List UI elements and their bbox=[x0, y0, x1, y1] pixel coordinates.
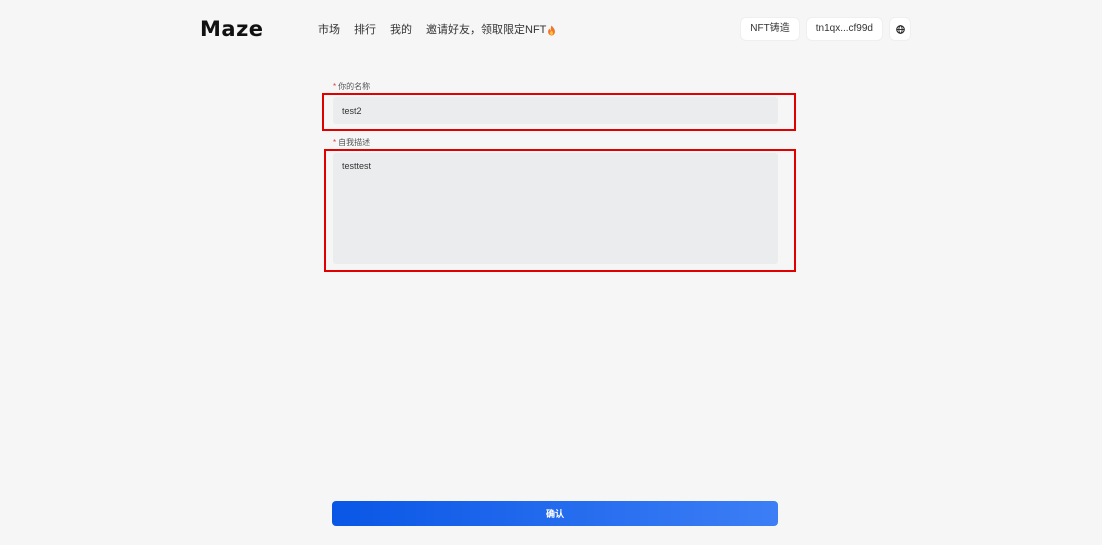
globe-icon bbox=[895, 24, 905, 34]
fire-icon bbox=[548, 25, 556, 35]
required-mark: * bbox=[333, 138, 337, 147]
nav-market[interactable]: 市场 bbox=[318, 23, 340, 37]
confirm-button[interactable]: 确认 bbox=[332, 501, 778, 526]
nft-mint-button[interactable]: NFT铸造 bbox=[741, 18, 799, 40]
nav-ranking[interactable]: 排行 bbox=[354, 23, 376, 37]
bio-textarea[interactable]: testtest bbox=[333, 153, 778, 264]
top-header: Maze 市场 排行 我的 邀请好友，领取限定NFT NFT铸造 tn1qx..… bbox=[0, 0, 1102, 58]
main-nav: 市场 排行 我的 邀请好友，领取限定NFT bbox=[318, 23, 556, 37]
required-mark: * bbox=[333, 82, 337, 91]
wallet-address-button[interactable]: tn1qx...cf99d bbox=[806, 18, 882, 40]
header-actions: NFT铸造 tn1qx...cf99d bbox=[733, 18, 910, 40]
maze-logo[interactable]: Maze bbox=[200, 17, 264, 41]
bio-label: * 自我描述 bbox=[333, 138, 370, 148]
language-button[interactable] bbox=[890, 18, 910, 40]
nav-invite-label: 邀请好友，领取限定NFT bbox=[426, 24, 547, 36]
name-input[interactable] bbox=[333, 97, 778, 124]
name-label: * 你的名称 bbox=[333, 82, 370, 92]
nav-mine[interactable]: 我的 bbox=[390, 23, 412, 37]
nav-invite-friends[interactable]: 邀请好友，领取限定NFT bbox=[426, 23, 556, 37]
name-label-text: 你的名称 bbox=[338, 82, 371, 91]
bio-label-text: 自我描述 bbox=[338, 138, 371, 147]
